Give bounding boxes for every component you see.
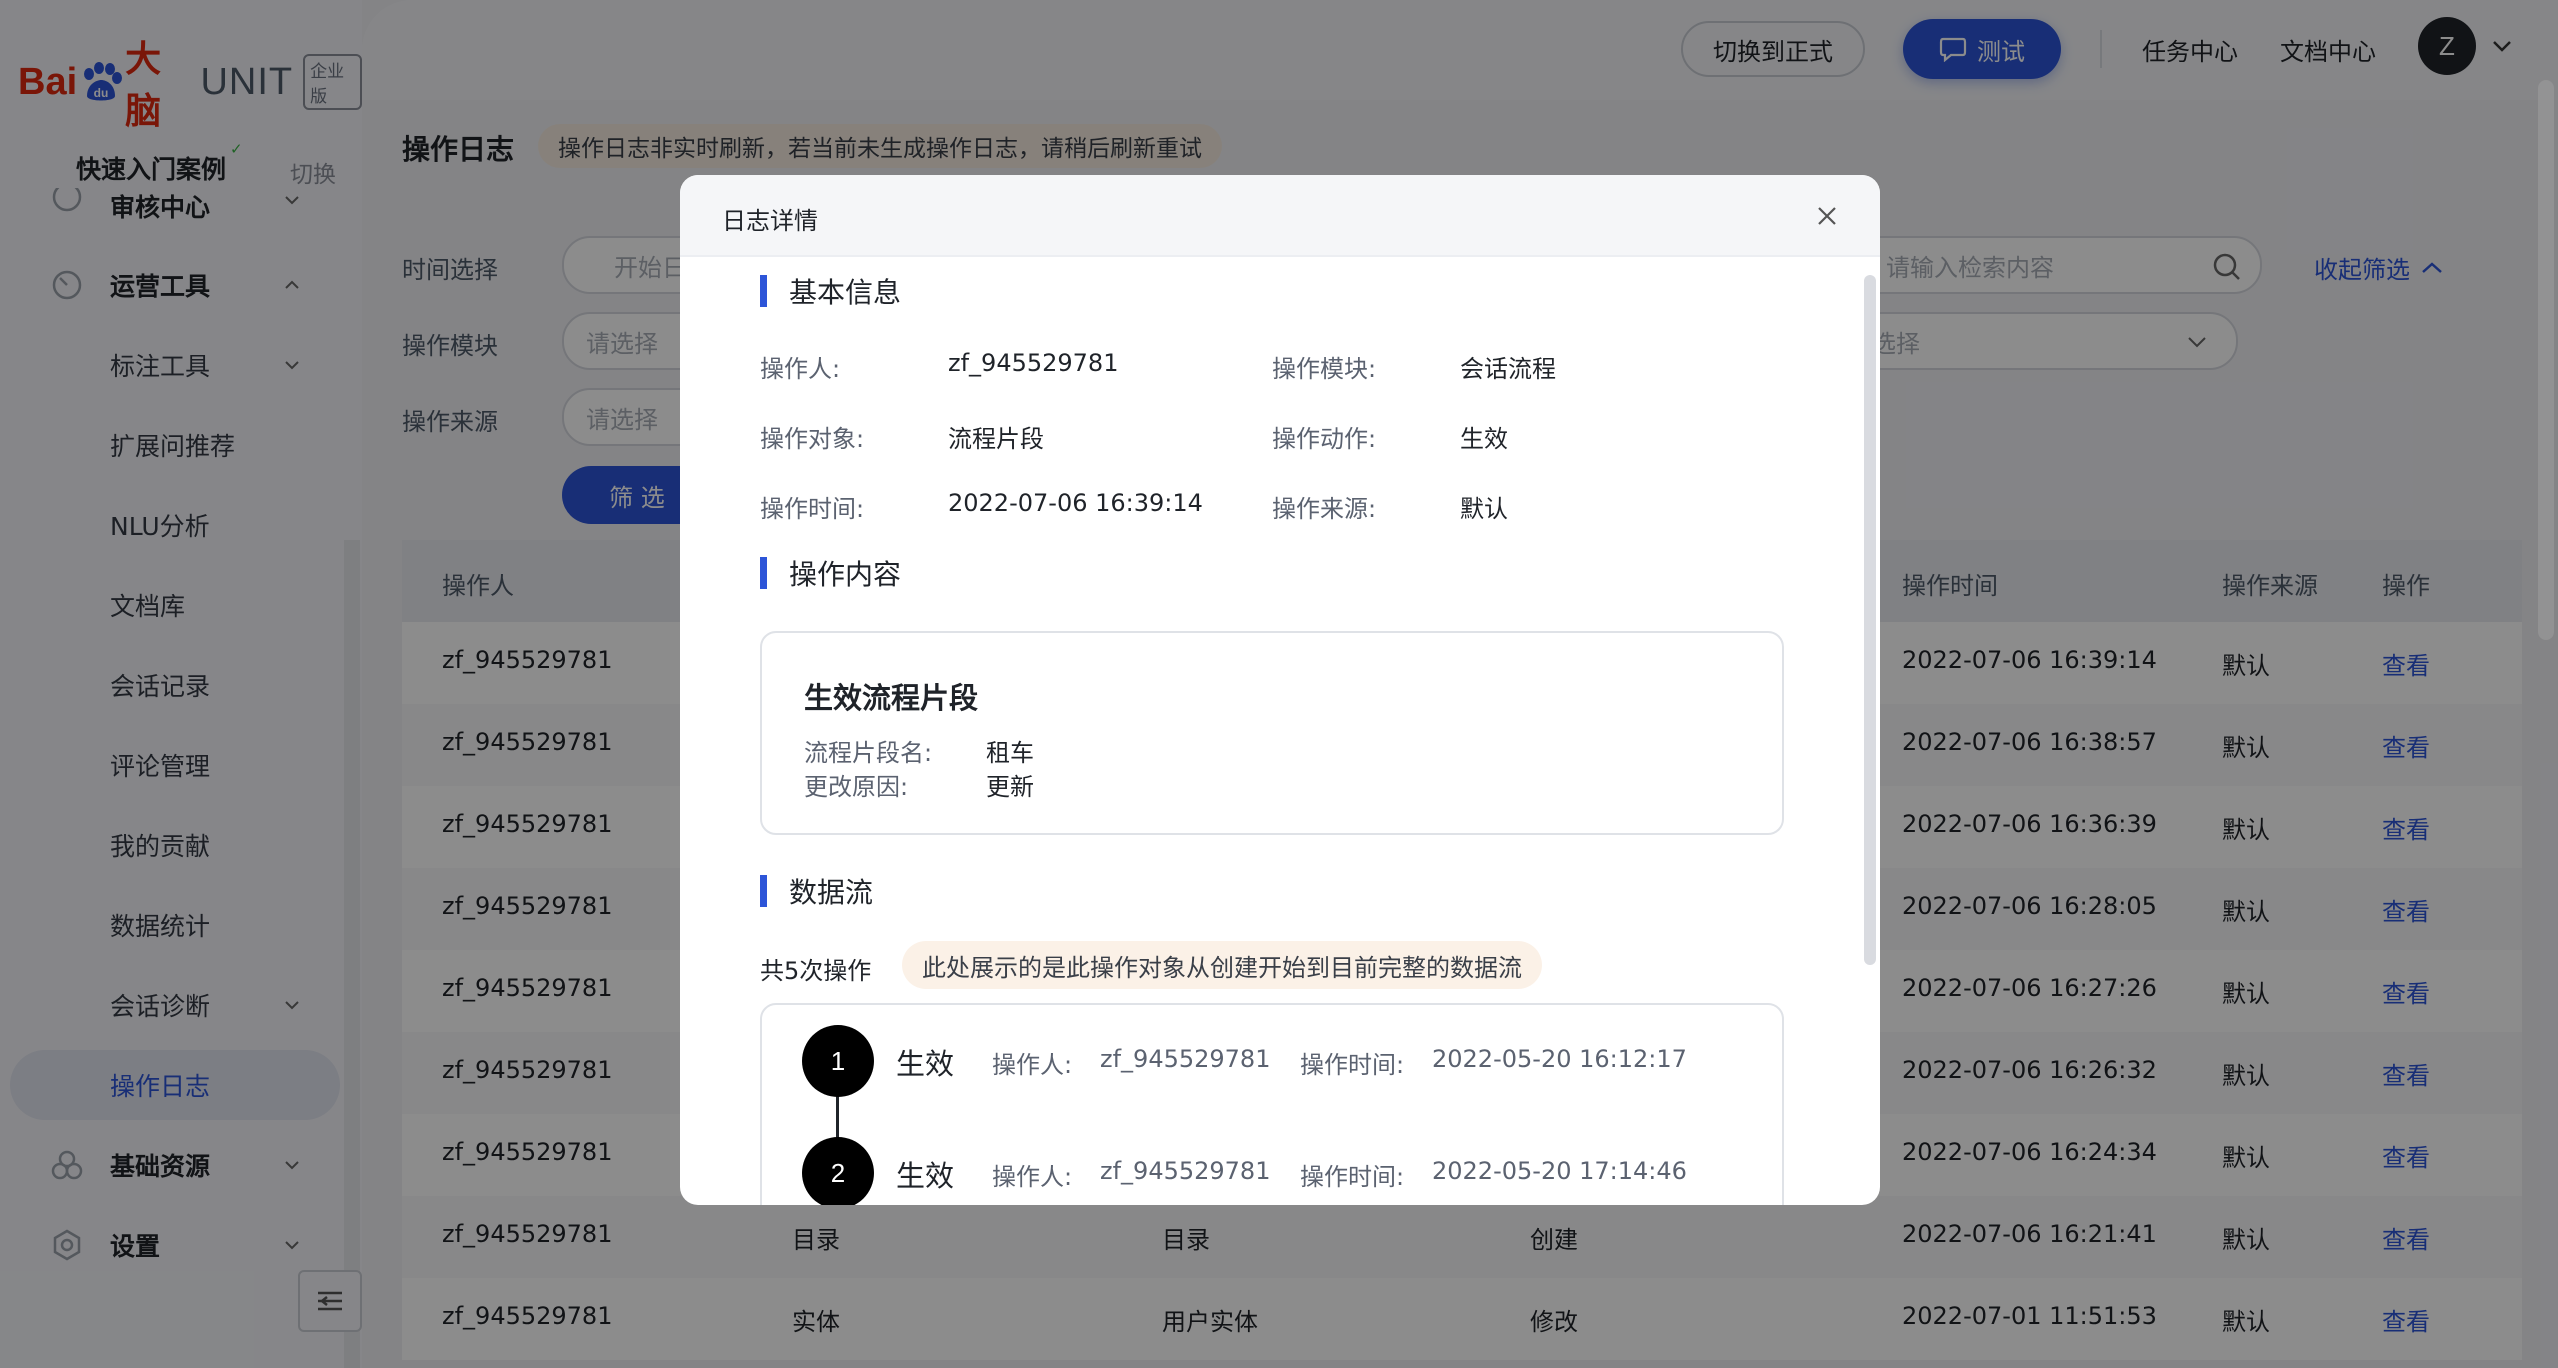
- content-heading: 生效流程片段: [804, 681, 979, 715]
- reason-label: 更改原因:: [804, 773, 909, 801]
- page-scrollbar[interactable]: [2538, 80, 2554, 640]
- operator-label: 操作人:: [760, 355, 841, 383]
- flow-step-operator: zf_945529781: [1100, 1157, 1271, 1185]
- modal-scrollbar[interactable]: [1864, 275, 1876, 965]
- source-label: 操作来源:: [1272, 495, 1377, 523]
- flow-step-number: 2: [802, 1137, 874, 1205]
- basic-info-title: 基本信息: [760, 274, 902, 309]
- flow-name-value: 租车: [986, 739, 1034, 767]
- module-value: 会话流程: [1460, 355, 1556, 383]
- object-label: 操作对象:: [760, 425, 865, 453]
- flow-tip: 此处展示的是此操作对象从创建开始到目前完整的数据流: [902, 941, 1542, 989]
- flow-step-time-label: 操作时间:: [1300, 1051, 1405, 1079]
- op-content-title: 操作内容: [760, 556, 902, 591]
- modal-header: 日志详情: [680, 175, 1880, 257]
- op-content-title-text: 操作内容: [789, 558, 902, 591]
- flow-step-number: 1: [802, 1025, 874, 1097]
- time-label: 操作时间:: [760, 495, 865, 523]
- basic-info-title-text: 基本信息: [789, 276, 902, 309]
- reason-value: 更新: [986, 773, 1034, 801]
- operator-value: zf_945529781: [948, 349, 1119, 377]
- flow-step-action: 生效: [896, 1159, 955, 1193]
- flow-step-time: 2022-05-20 17:14:46: [1432, 1157, 1687, 1185]
- data-flow-title: 数据流: [760, 874, 874, 909]
- flow-step-action: 生效: [896, 1047, 955, 1081]
- module-label: 操作模块:: [1272, 355, 1377, 383]
- flow-step-operator-label: 操作人:: [992, 1163, 1073, 1191]
- flow-step-operator-label: 操作人:: [992, 1051, 1073, 1079]
- log-detail-modal: 日志详情 基本信息 操作人: zf_945529781 操作模块: 会话流程 操…: [680, 175, 1880, 1205]
- object-value: 流程片段: [948, 425, 1044, 453]
- action-label: 操作动作:: [1272, 425, 1377, 453]
- flow-step-time-label: 操作时间:: [1300, 1163, 1405, 1191]
- action-value: 生效: [1460, 425, 1508, 453]
- modal-title: 日志详情: [722, 207, 818, 235]
- source-value: 默认: [1460, 495, 1508, 523]
- data-flow-box: 1 生效 操作人: zf_945529781 操作时间: 2022-05-20 …: [760, 1003, 1784, 1205]
- flow-step-operator: zf_945529781: [1100, 1045, 1271, 1073]
- data-flow-title-text: 数据流: [789, 876, 874, 909]
- close-icon[interactable]: [1814, 203, 1840, 229]
- op-content-box: 生效流程片段 流程片段名: 租车 更改原因: 更新: [760, 631, 1784, 835]
- time-value: 2022-07-06 16:39:14: [948, 489, 1203, 517]
- flow-count: 共5次操作: [760, 957, 872, 985]
- flow-name-label: 流程片段名:: [804, 739, 933, 767]
- flow-step-time: 2022-05-20 16:12:17: [1432, 1045, 1687, 1073]
